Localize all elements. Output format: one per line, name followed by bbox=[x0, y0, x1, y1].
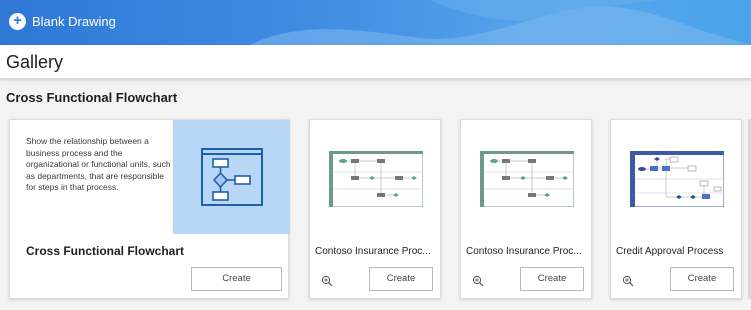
create-button[interactable]: Create bbox=[369, 267, 433, 291]
template-thumbnail bbox=[461, 120, 591, 234]
zoom-in-icon[interactable] bbox=[321, 275, 333, 287]
template-description: Show the relationship between a business… bbox=[26, 136, 171, 192]
flowchart-preview-image bbox=[329, 151, 423, 207]
template-name: Contoso Insurance Proc... bbox=[466, 246, 582, 257]
flowchart-icon bbox=[201, 148, 263, 206]
plus-circle-icon: + bbox=[9, 12, 26, 30]
create-button[interactable]: Create bbox=[191, 267, 282, 291]
section-title: Cross Functional Flowchart bbox=[6, 90, 178, 105]
gallery-header: Gallery bbox=[0, 45, 751, 79]
featured-template-name: Cross Functional Flowchart bbox=[26, 244, 185, 258]
header-banner: + Blank Drawing bbox=[0, 0, 751, 45]
zoom-in-icon[interactable] bbox=[622, 275, 634, 287]
gallery-title: Gallery bbox=[6, 52, 64, 72]
template-card[interactable]: Contoso Insurance Proc... Create bbox=[309, 119, 441, 299]
blank-drawing-button[interactable]: + Blank Drawing bbox=[9, 10, 116, 32]
template-card[interactable]: Contoso Insurance Proc... Create bbox=[460, 119, 592, 299]
template-thumbnail bbox=[310, 120, 440, 234]
template-thumbnail bbox=[611, 120, 741, 234]
template-name: Contoso Insurance Proc... bbox=[315, 246, 431, 257]
flowchart-preview-image bbox=[630, 151, 724, 207]
flowchart-preview-image bbox=[480, 151, 574, 207]
zoom-in-icon[interactable] bbox=[472, 275, 484, 287]
blank-drawing-label: Blank Drawing bbox=[32, 13, 116, 29]
featured-template-card[interactable]: Show the relationship between a business… bbox=[9, 119, 290, 299]
featured-template-thumbnail bbox=[173, 120, 290, 234]
create-button[interactable]: Create bbox=[670, 267, 734, 291]
template-card[interactable]: Credit Approval Process Create bbox=[610, 119, 742, 299]
template-name: Credit Approval Process bbox=[616, 246, 724, 257]
create-button[interactable]: Create bbox=[520, 267, 584, 291]
